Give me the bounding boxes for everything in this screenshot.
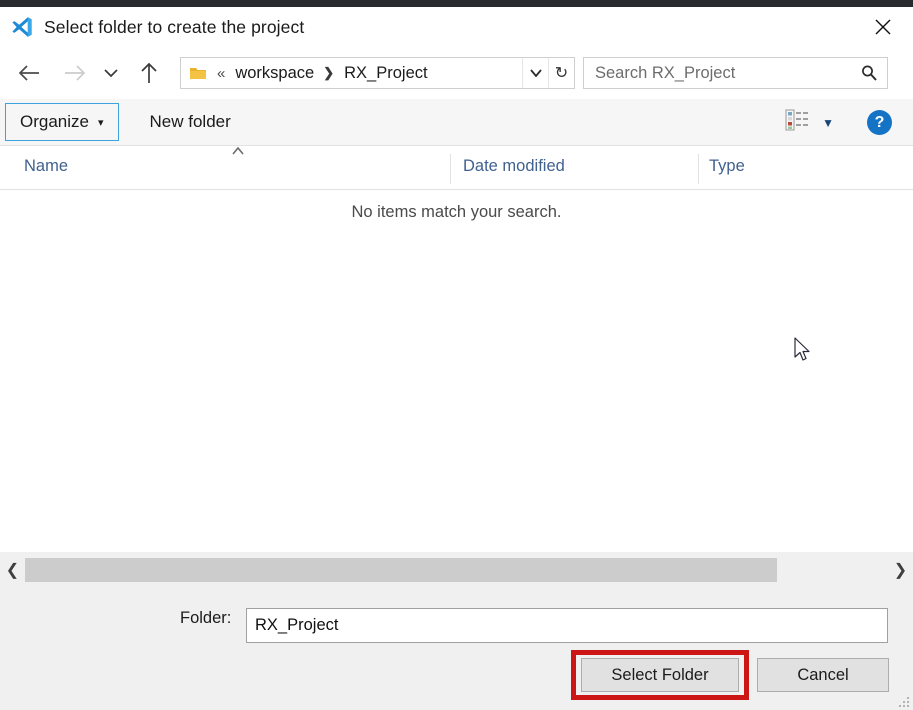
breadcrumb-workspace[interactable]: workspace <box>235 64 314 83</box>
scrollbar-thumb[interactable] <box>25 558 777 582</box>
details-view-icon <box>785 109 809 136</box>
search-box[interactable] <box>583 57 888 89</box>
chevron-down-icon: ▾ <box>97 116 104 129</box>
select-folder-dialog: Select folder to create the project « wo… <box>0 0 913 710</box>
empty-state-message: No items match your search. <box>351 203 562 221</box>
column-divider[interactable] <box>450 154 451 184</box>
help-button[interactable]: ? <box>867 110 892 135</box>
organize-button[interactable]: Organize ▾ <box>5 103 119 141</box>
vscode-icon <box>10 15 34 39</box>
folder-name-input-wrapper[interactable] <box>246 608 888 643</box>
column-divider[interactable] <box>698 154 699 184</box>
up-arrow-icon[interactable] <box>132 56 166 90</box>
toolbar-right-group: ▼ ? <box>779 99 913 146</box>
scroll-right-arrow-icon[interactable]: ❯ <box>888 552 913 588</box>
view-mode-button[interactable]: ▼ <box>779 105 840 140</box>
horizontal-scrollbar[interactable]: ❮ ❯ <box>0 552 913 588</box>
breadcrumb-overflow[interactable]: « <box>217 65 225 82</box>
title-bar: Select folder to create the project <box>0 7 913 47</box>
close-icon[interactable] <box>853 7 913 47</box>
search-icon[interactable] <box>860 64 878 87</box>
refresh-icon[interactable]: ↻ <box>548 58 574 88</box>
breadcrumb-separator-icon[interactable]: ❯ <box>323 65 334 81</box>
back-arrow-icon[interactable] <box>12 56 46 90</box>
recent-locations-chevron-icon[interactable] <box>98 56 124 90</box>
column-header-date-modified[interactable]: Date modified <box>463 157 565 176</box>
view-mode-chevron-down-icon: ▼ <box>822 115 834 130</box>
organize-label: Organize <box>20 112 89 131</box>
scroll-left-arrow-icon[interactable]: ❮ <box>0 552 25 588</box>
address-bar[interactable]: « workspace ❯ RX_Project ↻ <box>180 57 575 89</box>
forward-arrow-icon <box>58 56 92 90</box>
folder-icon <box>189 65 207 81</box>
resize-grip[interactable] <box>898 695 910 707</box>
select-folder-button[interactable]: Select Folder <box>581 658 739 692</box>
folder-field-label: Folder: <box>180 608 232 627</box>
navigation-bar: « workspace ❯ RX_Project ↻ <box>0 47 913 99</box>
column-header-type[interactable]: Type <box>709 157 745 176</box>
column-header-name[interactable]: Name <box>24 157 68 176</box>
file-list-area[interactable]: No items match your search. <box>0 190 913 552</box>
command-toolbar: Organize ▾ New folder ▼ ? <box>0 99 913 146</box>
new-folder-button[interactable]: New folder <box>144 108 237 136</box>
column-header-row: Name Date modified Type <box>0 146 913 190</box>
address-dropdown-chevron-icon[interactable] <box>522 58 548 88</box>
search-input[interactable] <box>593 62 848 84</box>
window-top-strip <box>0 0 913 7</box>
folder-name-input[interactable] <box>247 609 887 642</box>
window-title: Select folder to create the project <box>44 16 305 37</box>
sort-ascending-icon <box>230 146 246 158</box>
cancel-button[interactable]: Cancel <box>757 658 889 692</box>
breadcrumb-rx-project[interactable]: RX_Project <box>344 64 427 83</box>
